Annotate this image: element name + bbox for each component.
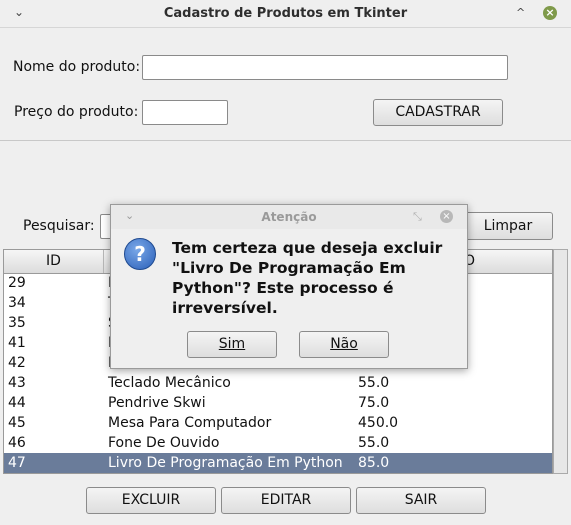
clear-button[interactable]: Limpar <box>463 212 553 240</box>
cell-id: 43 <box>8 375 26 391</box>
minimize-icon[interactable]: ^ <box>516 6 525 19</box>
product-price-label: Preço do produto: <box>14 104 139 120</box>
dialog-message: Tem certeza que deseja excluir "Livro De… <box>172 239 443 317</box>
dialog-title-bar: ⌄ Atenção ⤡ × <box>111 205 467 229</box>
product-name-label: Nome do produto: <box>13 59 141 75</box>
cell-id: 34 <box>8 295 26 311</box>
edit-button[interactable]: EDITAR <box>221 487 351 514</box>
table-scrollbar[interactable] <box>553 249 568 474</box>
delete-button[interactable]: EXCLUIR <box>86 487 216 514</box>
product-name-input[interactable] <box>142 55 508 80</box>
window-title: Cadastro de Produtos em Tkinter <box>163 6 408 21</box>
table-row[interactable]: 43 Teclado Mecânico 55.0 <box>4 373 552 393</box>
cell-price: 85.0 <box>358 455 390 471</box>
cell-id: 44 <box>8 395 26 411</box>
yes-button[interactable]: Sim <box>187 331 277 358</box>
cell-id: 46 <box>8 435 26 451</box>
table-row[interactable]: 44 Pendrive Skwi 75.0 <box>4 393 552 413</box>
search-label: Pesquisar: <box>23 218 95 234</box>
cell-price: 55.0 <box>358 375 390 391</box>
cell-price: 55.0 <box>358 435 390 451</box>
cell-name: Mesa Para Computador <box>108 415 272 431</box>
dialog-resize-icon[interactable]: ⤡ <box>413 210 422 224</box>
cell-id: 47 <box>8 455 26 471</box>
cell-id: 41 <box>8 335 26 351</box>
column-header-id[interactable]: ID <box>4 250 104 273</box>
cell-id: 35 <box>8 315 26 331</box>
cell-name: Livro De Programação Em Python <box>108 455 343 471</box>
product-price-input[interactable] <box>142 100 228 125</box>
no-button[interactable]: Não <box>299 331 389 358</box>
cell-id: 29 <box>8 275 26 291</box>
table-row[interactable]: 46 Fone De Ouvido 55.0 <box>4 433 552 453</box>
table-row[interactable]: 47 Livro De Programação Em Python 85.0 <box>4 453 552 473</box>
close-icon[interactable]: × <box>543 6 557 20</box>
cell-id: 45 <box>8 415 26 431</box>
table-row[interactable]: 45 Mesa Para Computador 450.0 <box>4 413 552 433</box>
question-icon: ? <box>124 238 156 270</box>
cell-price: 75.0 <box>358 395 390 411</box>
cell-id: 42 <box>8 355 26 371</box>
yes-label: Sim <box>218 336 246 352</box>
form-separator <box>0 140 571 141</box>
dialog-close-icon[interactable]: × <box>440 210 453 223</box>
cell-name: Fone De Ouvido <box>108 435 220 451</box>
title-bar: ⌄ Cadastro de Produtos em Tkinter ^ × <box>0 0 571 28</box>
exit-button[interactable]: SAIR <box>356 487 486 514</box>
no-label: Não <box>330 336 358 352</box>
register-button[interactable]: CADASTRAR <box>373 99 503 126</box>
cell-name: Pendrive Skwi <box>108 395 206 411</box>
cell-price: 450.0 <box>358 415 399 431</box>
cell-name: Teclado Mecânico <box>108 375 231 391</box>
confirm-dialog: ⌄ Atenção ⤡ × ? Tem certeza que deseja e… <box>110 204 468 369</box>
